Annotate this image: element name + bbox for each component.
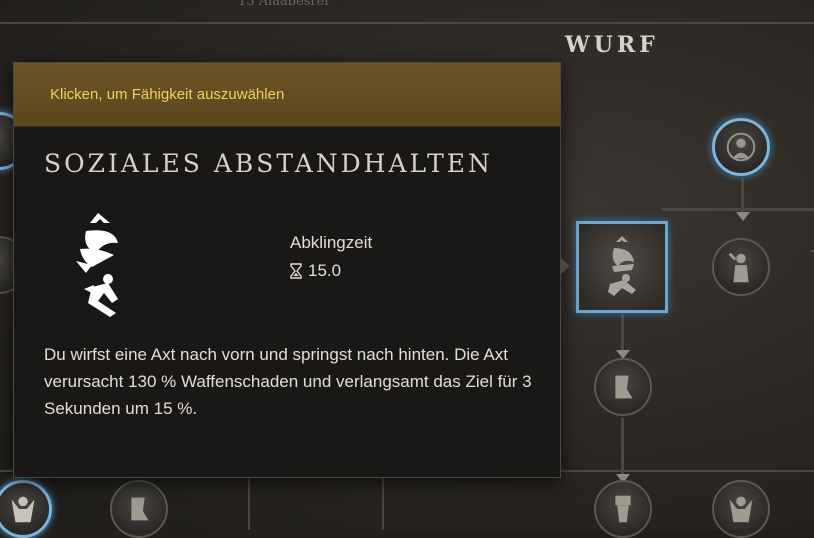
cooldown-label: Abklingzeit (290, 233, 373, 252)
ability-node-icon (726, 132, 756, 162)
axe-throw-leap-icon (76, 213, 118, 317)
tree-divider (810, 250, 814, 252)
ability-tooltip: Klicken, um Fähigkeit auszuwählen SOZIAL… (13, 62, 561, 478)
selected-active-ability-node[interactable] (576, 221, 668, 313)
ability-node-icon (131, 497, 149, 521)
ability-name: SOZIALES ABSTANDHALTEN (44, 149, 493, 178)
ability-node-icon (729, 496, 753, 523)
select-ability-hint: Klicken, um Fähigkeit auszuwählen (50, 86, 285, 103)
tree-section-title: WURF (565, 32, 659, 58)
tree-divider (0, 22, 814, 24)
tree-divider (661, 208, 814, 211)
skill-node-passive-top[interactable] (712, 118, 770, 176)
tree-arrow (736, 212, 750, 221)
cooldown-row: 15.0 (290, 261, 341, 281)
skill-node-mid-2[interactable] (594, 358, 652, 416)
cooldown-value: 15.0 (308, 261, 342, 280)
skill-node-bottom-right[interactable] (712, 480, 770, 538)
skill-node-bottom-left-2[interactable] (110, 480, 168, 538)
tree-top-label: 15 Alaabesrer (238, 0, 331, 9)
axe-throw-leap-icon (608, 236, 636, 296)
tooltip-pointer (561, 258, 570, 274)
ability-node-icon (615, 495, 631, 523)
ability-node-icon (11, 496, 35, 523)
ability-node-icon (615, 375, 633, 399)
skill-node-right-1[interactable] (712, 238, 770, 296)
tree-divider (248, 478, 250, 530)
tree-divider (621, 418, 624, 478)
ability-node-icon (728, 252, 749, 283)
tooltip-header[interactable]: Klicken, um Fähigkeit auszuwählen (14, 63, 560, 127)
skill-node-bottom-mid[interactable] (594, 480, 652, 538)
tree-divider (621, 314, 624, 354)
hourglass-icon (290, 263, 302, 279)
ability-description: Du wirfst eine Axt nach vorn und springs… (44, 345, 532, 418)
tree-divider (382, 478, 384, 530)
